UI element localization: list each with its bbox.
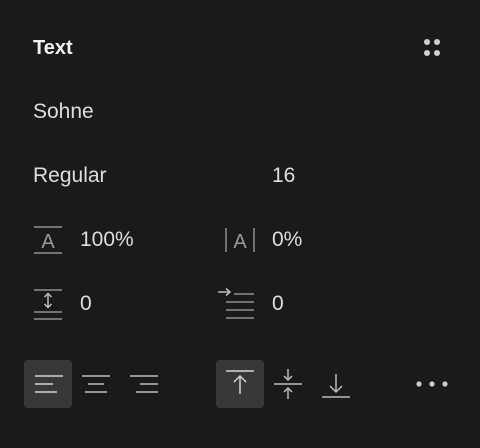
align-right-icon (128, 372, 160, 396)
align-center-button[interactable] (72, 360, 120, 408)
align-left-icon (32, 372, 64, 396)
line-height-icon: A (32, 224, 64, 256)
align-right-button[interactable] (120, 360, 168, 408)
letter-spacing-input[interactable]: 0% (272, 228, 302, 252)
align-middle-icon (272, 368, 304, 400)
letter-spacing-icon: A (224, 224, 256, 256)
font-family-field[interactable]: Sohne (33, 100, 94, 124)
grid-dots-icon[interactable] (420, 36, 444, 60)
line-height-input[interactable]: 100% (80, 228, 134, 252)
text-properties-panel: Text Sohne Regular 16 A 100% A 0% 0 0 (0, 0, 480, 448)
align-middle-button[interactable] (264, 360, 312, 408)
more-options-button[interactable] (412, 368, 452, 400)
paragraph-spacing-icon (32, 288, 64, 320)
paragraph-indent-input[interactable]: 0 (272, 292, 284, 316)
panel-title: Text (33, 37, 73, 59)
align-bottom-button[interactable] (312, 360, 360, 408)
svg-text:A: A (233, 231, 247, 253)
font-size-field[interactable]: 16 (272, 164, 295, 188)
paragraph-indent-icon (218, 286, 254, 319)
align-top-icon (224, 368, 256, 400)
font-weight-field[interactable]: Regular (33, 164, 107, 188)
svg-text:A: A (41, 231, 55, 253)
align-left-button[interactable] (24, 360, 72, 408)
more-horizontal-icon (415, 380, 449, 388)
align-bottom-icon (320, 368, 352, 400)
align-center-icon (80, 372, 112, 396)
align-top-button[interactable] (216, 360, 264, 408)
paragraph-spacing-input[interactable]: 0 (80, 292, 92, 316)
